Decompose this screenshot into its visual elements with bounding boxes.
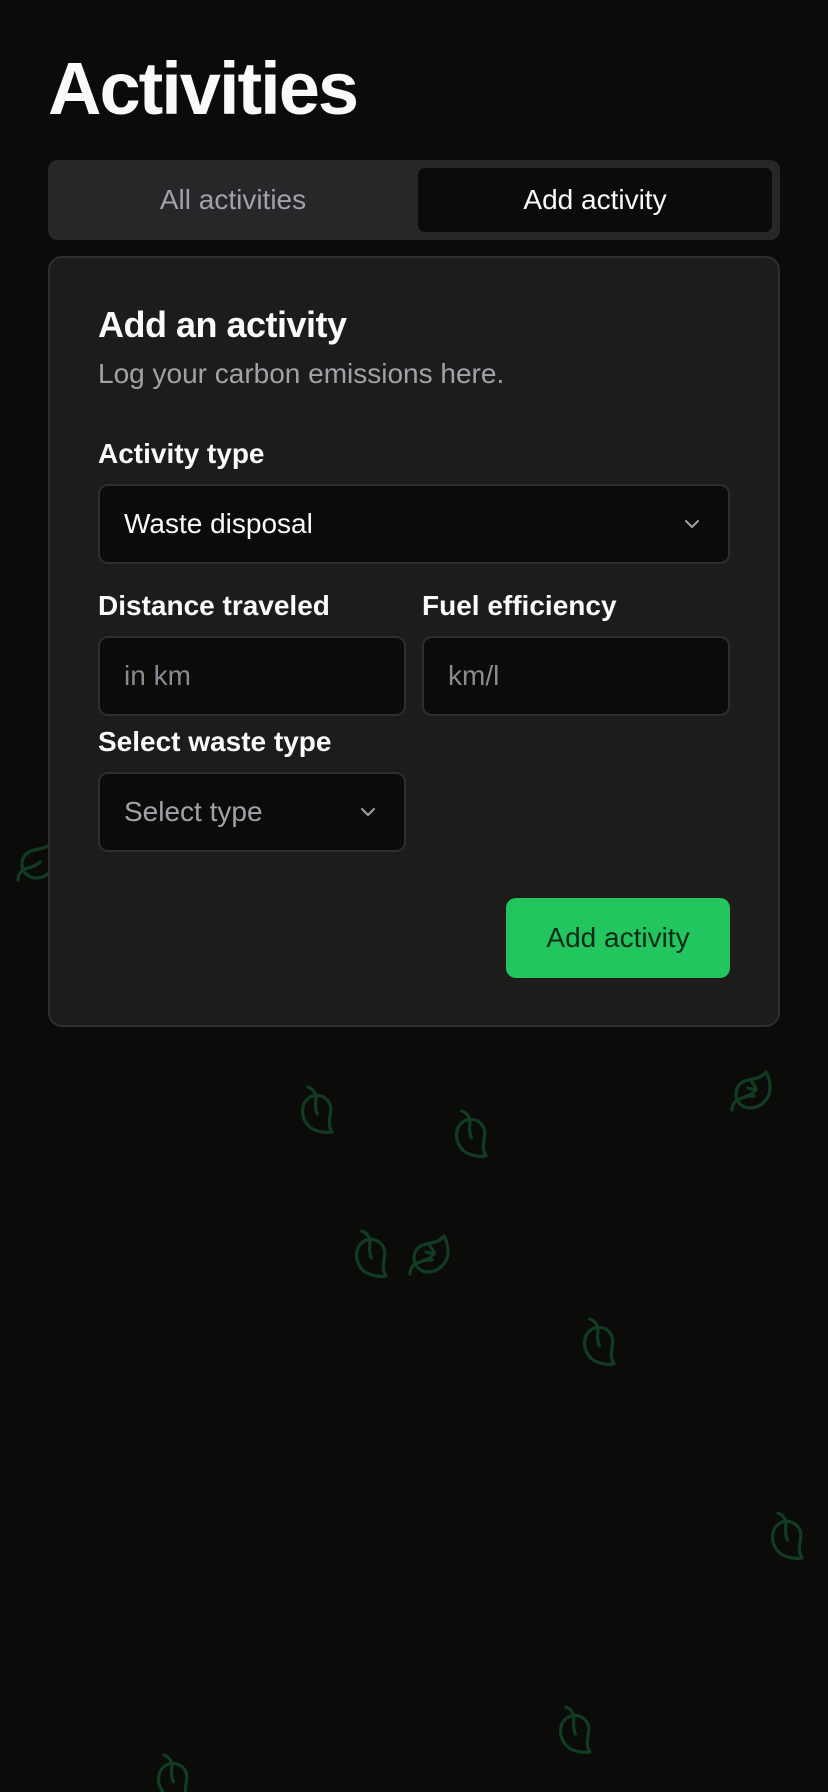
leaf-icon [287,1081,349,1143]
waste-type-placeholder: Select type [124,796,263,827]
distance-input[interactable] [124,660,380,692]
fuel-efficiency-label: Fuel efficiency [422,590,617,621]
fuel-field-wrapper [422,636,730,716]
activity-type-value: Waste disposal [124,508,313,539]
tab-all-activities[interactable]: All activities [56,168,410,232]
card-title: Add an activity [98,304,347,345]
add-activity-card: Add an activity Log your carbon emission… [48,256,780,1027]
card-subtitle: Log your carbon emissions here. [98,358,505,389]
leaf-icon [728,1068,776,1116]
leaf-icon [441,1105,503,1167]
leaf-icon [341,1225,403,1287]
leaf-icon [569,1313,631,1375]
chevron-down-icon [356,800,380,824]
waste-type-select[interactable]: Select type [98,772,406,852]
leaf-icon [545,1701,607,1763]
activity-type-select[interactable]: Waste disposal [98,484,730,564]
distance-label: Distance traveled [98,590,330,621]
add-activity-button[interactable]: Add activity [506,898,730,978]
activity-type-label: Activity type [98,438,265,469]
waste-type-label: Select waste type [98,726,332,757]
page-title: Activities [48,47,359,130]
tab-add-activity[interactable]: Add activity [418,168,772,232]
tab-bar: All activities Add activity [48,160,780,240]
chevron-down-icon [680,512,704,536]
leaf-icon [406,1232,454,1280]
distance-field-wrapper [98,636,406,716]
leaf-icon [757,1507,819,1569]
activities-page: Activities All activities Add activity A… [0,0,828,1792]
fuel-efficiency-input[interactable] [448,660,704,692]
leaf-icon [143,1749,205,1792]
